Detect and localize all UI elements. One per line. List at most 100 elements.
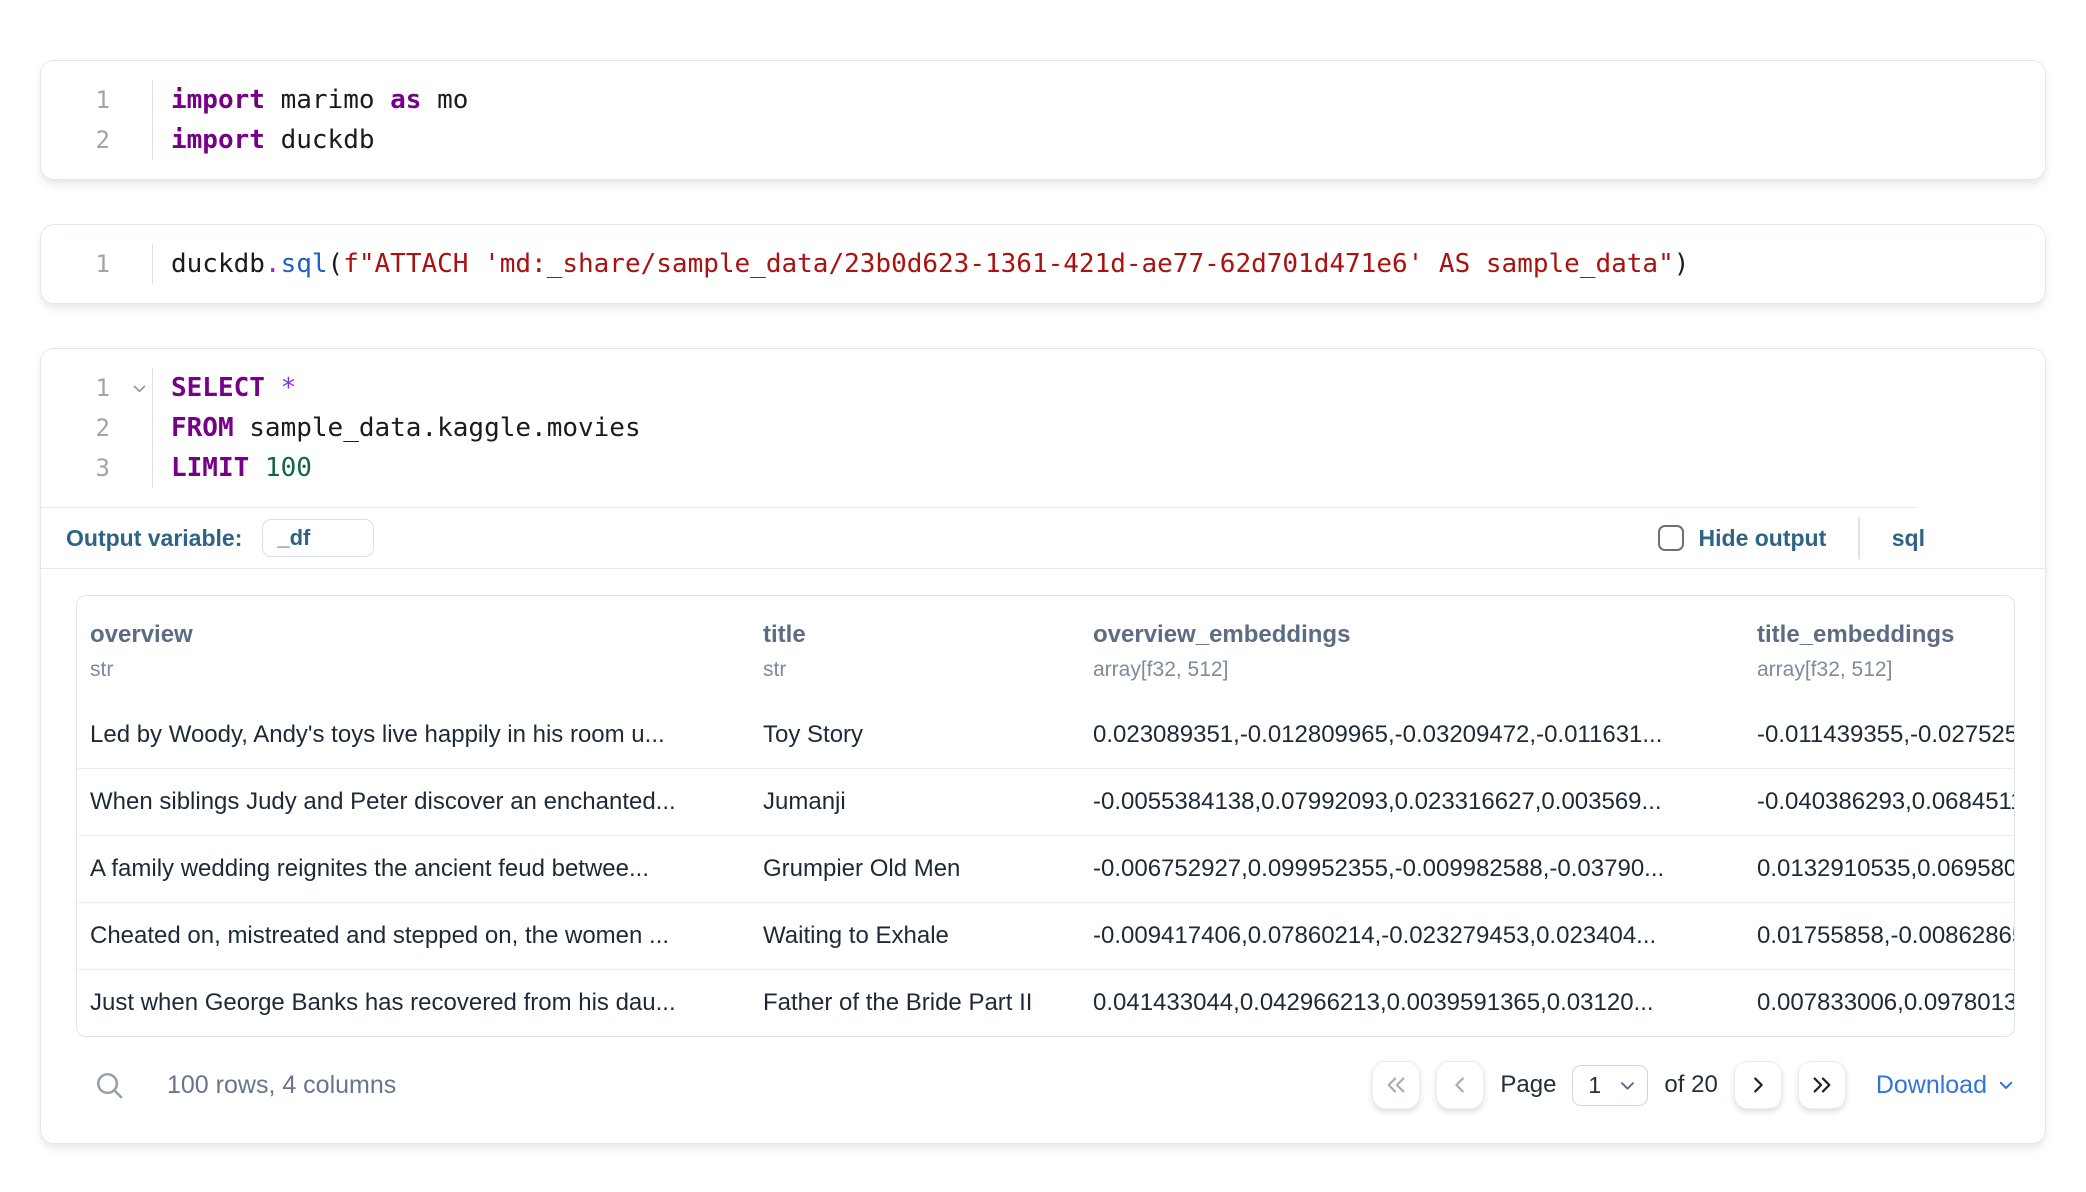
table-cell[interactable]: Jumanji <box>750 769 1080 835</box>
code-token: ) <box>1674 249 1690 279</box>
table-row: Led by Woody, Andy's toys live happily i… <box>77 702 2014 768</box>
code-line: import duckdb <box>171 120 2045 160</box>
code-line: FROM sample_data.kaggle.movies <box>171 408 2045 448</box>
code-editor-imports[interactable]: 12 import marimo as moimport duckdb <box>41 61 2045 179</box>
table-row: A family wedding reignites the ancient f… <box>77 835 2014 902</box>
page-total: of 20 <box>1664 1071 1717 1099</box>
table-cell[interactable]: When siblings Judy and Peter discover an… <box>77 769 750 835</box>
hide-output-label: Hide output <box>1699 525 1827 552</box>
line-number-text: 2 <box>96 126 110 154</box>
language-toggle-sql[interactable]: sql <box>1892 525 1925 552</box>
code-editor-sql[interactable]: 123 SELECT *FROM sample_data.kaggle.movi… <box>41 349 2045 507</box>
line-number: 3 <box>41 448 152 488</box>
code-token: mo <box>421 85 468 115</box>
code-line: SELECT * <box>171 368 2045 408</box>
code-content[interactable]: duckdb.sql(f"ATTACH 'md:_share/sample_da… <box>153 244 2045 284</box>
table-cell[interactable]: Just when George Banks has recovered fro… <box>77 970 750 1036</box>
line-number-text: 2 <box>96 414 110 442</box>
chevron-left-icon <box>1449 1074 1471 1096</box>
column-header-overview[interactable]: overview str <box>77 596 750 702</box>
line-number-text: 1 <box>96 374 110 402</box>
table-body: Led by Woody, Andy's toys live happily i… <box>77 702 2014 1036</box>
divider <box>41 568 2045 569</box>
column-name: overview <box>90 621 740 649</box>
chevron-down-icon <box>1997 1076 2015 1094</box>
table-cell[interactable]: 0.01755858,-0.00862865... <box>1744 903 2014 969</box>
line-number-gutter: 1 2 3 <box>41 368 153 488</box>
column-header-title_embeddings[interactable]: title_embeddings array[f32, 512] <box>1744 596 2014 702</box>
table-cell[interactable]: -0.009417406,0.07860214,-0.023279453,0.0… <box>1080 903 1744 969</box>
code-token: SELECT <box>171 373 265 403</box>
line-number-text: 3 <box>96 454 110 482</box>
code-line: LIMIT 100 <box>171 448 2045 488</box>
table-cell[interactable]: Led by Woody, Andy's toys live happily i… <box>77 702 750 768</box>
page-select[interactable]: 1 <box>1572 1065 1648 1106</box>
fold-slot <box>110 408 152 448</box>
table-cell[interactable]: A family wedding reignites the ancient f… <box>77 836 750 902</box>
table-cell[interactable]: -0.0055384138,0.07992093,0.023316627,0.0… <box>1080 769 1744 835</box>
column-type: array[f32, 512] <box>1093 658 1734 682</box>
fold-slot <box>110 120 152 160</box>
output-variable-input[interactable] <box>262 519 374 557</box>
code-token: . <box>265 249 281 279</box>
table-cell[interactable]: Father of the Bride Part II <box>750 970 1080 1036</box>
download-label: Download <box>1876 1071 1987 1100</box>
table-cell[interactable]: -0.040386293,0.0684511... <box>1744 769 2014 835</box>
code-token: as <box>390 85 421 115</box>
column-type: array[f32, 512] <box>1757 658 2004 682</box>
column-type: str <box>90 658 740 682</box>
line-number-gutter: 1 <box>41 244 153 284</box>
prev-page-button[interactable] <box>1436 1061 1484 1109</box>
search-icon[interactable] <box>94 1070 125 1101</box>
line-number: 1 <box>41 244 152 284</box>
column-header-title[interactable]: titlestr <box>750 596 1080 702</box>
code-token: import <box>171 85 265 115</box>
code-token: sql <box>281 249 328 279</box>
next-page-button[interactable] <box>1734 1061 1782 1109</box>
code-content[interactable]: import marimo as moimport duckdb <box>153 80 2045 160</box>
table-cell[interactable]: Cheated on, mistreated and stepped on, t… <box>77 903 750 969</box>
code-token <box>249 453 265 483</box>
column-name: overview_embeddings <box>1093 621 1734 649</box>
code-content[interactable]: SELECT *FROM sample_data.kaggle.moviesLI… <box>153 368 2045 488</box>
table-cell[interactable]: 0.023089351,-0.012809965,-0.03209472,-0.… <box>1080 702 1744 768</box>
code-token: FROM <box>171 413 234 443</box>
table-row: When siblings Judy and Peter discover an… <box>77 768 2014 835</box>
table-cell[interactable]: -0.006752927,0.099952355,-0.009982588,-0… <box>1080 836 1744 902</box>
code-token: duckdb <box>265 125 375 155</box>
code-line: import marimo as mo <box>171 80 2045 120</box>
divider <box>1858 517 1860 559</box>
code-editor-attach[interactable]: 1 duckdb.sql(f"ATTACH 'md:_share/sample_… <box>41 225 2045 303</box>
first-page-button[interactable] <box>1372 1061 1420 1109</box>
column-header-overview_embeddings[interactable]: overview_embeddings array[f32, 512] <box>1080 596 1744 702</box>
chevrons-right-icon <box>1811 1074 1833 1096</box>
code-token: marimo <box>265 85 390 115</box>
last-page-button[interactable] <box>1798 1061 1846 1109</box>
line-number: 2 <box>41 408 152 448</box>
table-cell[interactable]: Grumpier Old Men <box>750 836 1080 902</box>
table-cell[interactable]: 0.041433044,0.042966213,0.0039591365,0.0… <box>1080 970 1744 1036</box>
table-cell[interactable]: Toy Story <box>750 702 1080 768</box>
table-row: Cheated on, mistreated and stepped on, t… <box>77 902 2014 969</box>
table-cell[interactable]: 0.0132910535,0.0695805... <box>1744 836 2014 902</box>
fold-toggle[interactable] <box>110 368 152 408</box>
column-type: str <box>763 658 1070 682</box>
code-token: * <box>281 373 297 403</box>
page-select-value: 1 <box>1588 1072 1601 1099</box>
result-table: overviewstrtitlestroverview_embeddingsar… <box>76 595 2015 1037</box>
line-number: 1 <box>41 80 152 120</box>
table-cell[interactable]: Waiting to Exhale <box>750 903 1080 969</box>
table-cell[interactable]: 0.007833006,0.0978013... <box>1744 970 2014 1036</box>
line-number: 2 <box>41 120 152 160</box>
page-label: Page <box>1500 1071 1556 1099</box>
download-button[interactable]: Download <box>1876 1071 2015 1100</box>
line-number: 1 <box>41 368 152 408</box>
fold-slot <box>110 244 152 284</box>
chevron-right-icon <box>1747 1074 1769 1096</box>
fold-slot <box>110 80 152 120</box>
hide-output-checkbox[interactable] <box>1658 525 1684 551</box>
table-cell[interactable]: -0.011439355,-0.0275256... <box>1744 702 2014 768</box>
code-token: duckdb <box>171 249 265 279</box>
column-name: title_embeddings <box>1757 621 2004 649</box>
code-token: LIMIT <box>171 453 249 483</box>
